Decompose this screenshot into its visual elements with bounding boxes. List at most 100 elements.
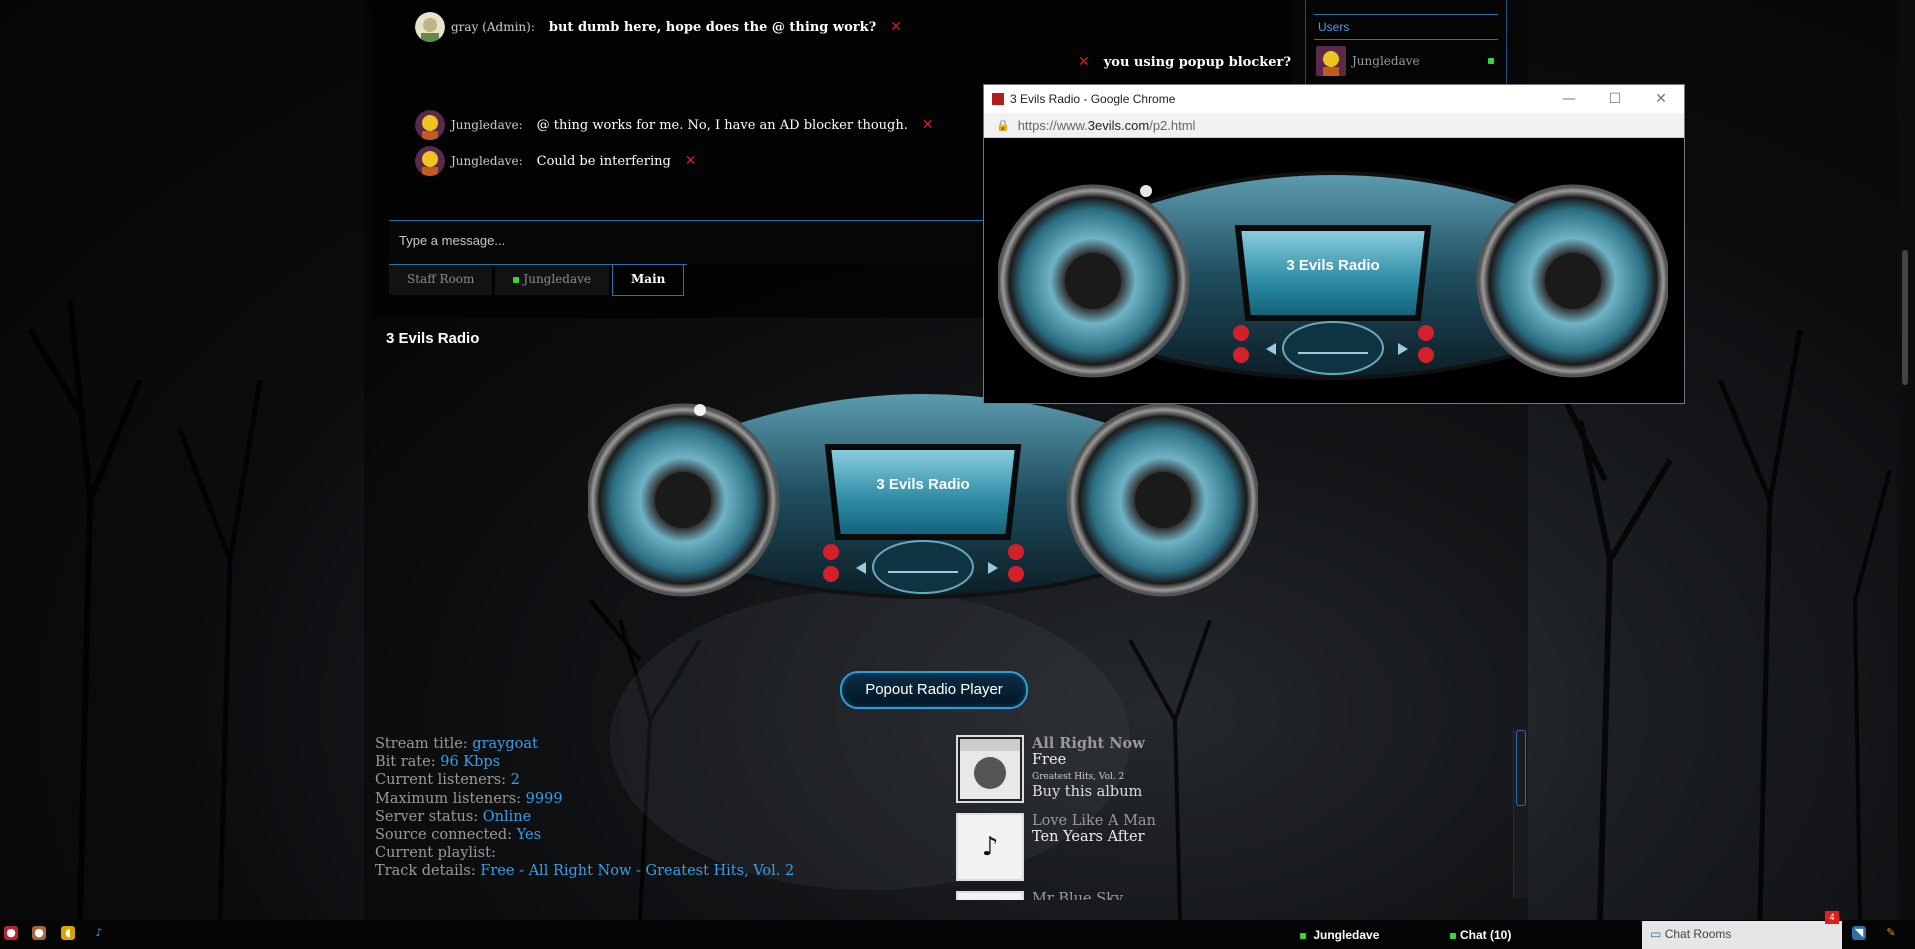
stat-row: Track details: Free - All Right Now - Gr…	[375, 862, 794, 880]
edit-icon[interactable]: ✎	[1884, 926, 1898, 940]
message-text: @ thing works for me. No, I have an AD b…	[536, 117, 908, 133]
pacman-icon[interactable]: ◖	[61, 926, 75, 940]
track-scrollbar[interactable]	[1513, 728, 1528, 898]
users-header[interactable]: Users	[1314, 14, 1498, 40]
scrollbar-thumb[interactable]	[1516, 730, 1526, 806]
stat-label: Server status:	[375, 808, 479, 825]
avatar	[415, 110, 445, 140]
notification-badge: 4	[1825, 911, 1839, 924]
tab-staff-room[interactable]: Staff Room	[389, 265, 493, 295]
stat-row: Maximum listeners: 9999	[375, 790, 794, 808]
page-scrollbar[interactable]	[1897, 0, 1915, 920]
chat-message: Jungledave: @ thing works for me. No, I …	[415, 110, 934, 140]
address-bar[interactable]: 🔒 https://www. 3evils.com/p2.html	[984, 113, 1684, 138]
chat-tabs: Staff Room Jungledave Main	[389, 264, 688, 296]
user-list-item[interactable]: Jungledave	[1316, 46, 1506, 76]
online-status-icon	[513, 277, 520, 283]
player-title: 3 Evils Radio	[876, 476, 969, 493]
stat-value: 2	[510, 772, 520, 789]
track-title: Mr Blue Sky	[1032, 891, 1124, 900]
url-prefix: https://www.	[1017, 117, 1088, 133]
stat-label: Current listeners:	[375, 772, 506, 789]
avatar	[415, 146, 445, 176]
taskbar-user-label: Jungledave	[1313, 928, 1380, 942]
message-input[interactable]: Type a message...	[389, 220, 989, 264]
message-input-placeholder: Type a message...	[399, 233, 506, 248]
stat-row: Current listeners: 2	[375, 771, 794, 789]
minimize-icon[interactable]: —	[1546, 91, 1592, 107]
app-icon[interactable]: ●	[4, 926, 18, 940]
stat-value: Online	[482, 808, 532, 825]
url-domain: 3evils.com	[1087, 117, 1150, 133]
chat-rooms-button[interactable]: ▭ Chat Rooms	[1642, 921, 1842, 949]
stat-label: Current playlist:	[375, 845, 496, 862]
app-icon[interactable]: ●	[32, 926, 46, 940]
stat-label: Maximum listeners:	[375, 790, 522, 807]
online-status-icon	[1300, 933, 1306, 939]
player-title: 3 Evils Radio	[1286, 257, 1379, 274]
music-icon[interactable]: ♪	[92, 926, 106, 940]
message-username: gray (Admin):	[451, 20, 535, 34]
buy-album-link[interactable]: Buy this album	[1032, 784, 1145, 800]
taskbar-chat-label: Chat (10)	[1460, 928, 1512, 942]
chat-message: gray (Admin): but dumb here, hope does t…	[415, 12, 902, 42]
stream-stats: Stream title: graygoat Bit rate: 96 Kbps…	[375, 735, 794, 881]
music-note-icon	[956, 891, 1024, 900]
popout-radio-button[interactable]: Popout Radio Player	[840, 671, 1028, 709]
rss-icon[interactable]: ◥	[1852, 926, 1866, 940]
track-item: All Right Now Free Greatest Hits, Vol. 2…	[956, 735, 1516, 803]
lock-icon: 🔒	[996, 119, 1010, 132]
track-title: Love Like A Man	[1032, 813, 1156, 829]
delete-message-icon[interactable]: ✕	[1078, 54, 1090, 70]
track-artist: Free	[1032, 752, 1067, 768]
chat-rooms-label: Chat Rooms	[1664, 927, 1732, 941]
track-history: All Right Now Free Greatest Hits, Vol. 2…	[956, 735, 1516, 900]
delete-message-icon[interactable]: ✕	[922, 117, 934, 133]
chat-bubble-icon: ▭	[1650, 927, 1662, 941]
url-path: /p2.html	[1149, 117, 1196, 133]
window-title: 3 Evils Radio - Google Chrome	[1010, 92, 1176, 106]
online-status-icon	[1488, 58, 1494, 64]
track-artist: Ten Years After	[1032, 829, 1145, 845]
track-item: ♪ Love Like A Man Ten Years After	[956, 813, 1516, 881]
avatar	[1316, 46, 1346, 76]
stat-value[interactable]: graygoat	[472, 736, 538, 752]
stat-row: Source connected: Yes	[375, 826, 794, 844]
stat-value: 96 Kbps	[440, 754, 501, 771]
stat-row: Server status: Online	[375, 808, 794, 826]
stat-row: Bit rate: 96 Kbps	[375, 753, 794, 771]
popup-window: 3 Evils Radio - Google Chrome — ☐ ✕ 🔒 ht…	[983, 84, 1685, 404]
section-title: 3 Evils Radio	[386, 330, 480, 347]
popup-radio-player[interactable]: 3 Evils Radio	[998, 143, 1668, 399]
message-text: Could be interfering	[536, 153, 671, 169]
taskbar-chat[interactable]: Chat (10)	[1450, 928, 1511, 942]
online-status-icon	[1450, 933, 1456, 939]
delete-message-icon[interactable]: ✕	[685, 153, 697, 169]
track-title: All Right Now	[1032, 735, 1145, 752]
stat-value[interactable]: Free - All Right Now - Greatest Hits, Vo…	[480, 863, 794, 879]
scrollbar-thumb[interactable]	[1902, 250, 1908, 385]
avatar	[415, 12, 445, 42]
message-username: Jungledave:	[451, 118, 523, 132]
maximize-icon[interactable]: ☐	[1592, 91, 1638, 107]
music-note-icon: ♪	[956, 813, 1024, 881]
taskbar	[0, 920, 1915, 949]
stat-label: Stream title:	[375, 736, 468, 752]
tab-jungledave[interactable]: Jungledave	[495, 265, 610, 295]
stat-value: Yes	[516, 827, 542, 844]
close-icon[interactable]: ✕	[1638, 91, 1684, 107]
track-album: Greatest Hits, Vol. 2	[1032, 772, 1125, 782]
stat-row: Current playlist:	[375, 844, 794, 862]
album-cover	[956, 735, 1024, 803]
delete-message-icon[interactable]: ✕	[890, 19, 902, 35]
user-name: Jungledave	[1352, 54, 1420, 68]
track-item: Mr Blue Sky	[956, 891, 1516, 900]
tab-main[interactable]: Main	[612, 265, 685, 296]
message-username: Jungledave:	[451, 154, 523, 168]
taskbar-user[interactable]: Jungledave	[1300, 928, 1379, 942]
users-sidebar: Users Jungledave	[1305, 0, 1507, 85]
app-icon	[992, 93, 1004, 105]
message-text: you using popup blocker?	[1103, 54, 1291, 70]
stat-label: Track details:	[375, 863, 476, 880]
popup-titlebar[interactable]: 3 Evils Radio - Google Chrome — ☐ ✕	[984, 85, 1684, 113]
